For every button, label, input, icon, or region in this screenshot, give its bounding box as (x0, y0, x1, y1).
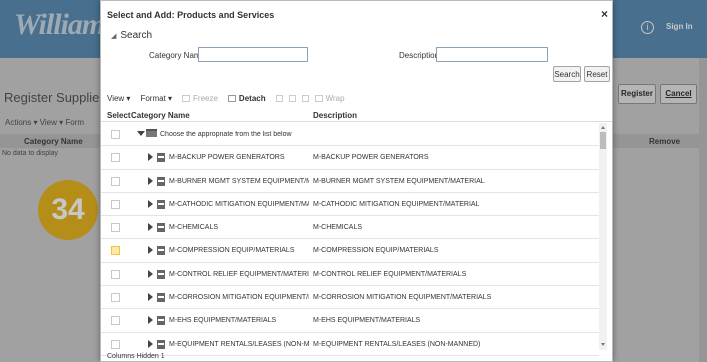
table-row[interactable]: M-CATHODIC MITIGATION EQUIPMENT/MATERIA … (101, 193, 599, 217)
row-checkbox-highlighted[interactable] (111, 246, 120, 256)
detach-button[interactable]: Detach (227, 93, 266, 103)
table-row[interactable]: M-BACKUP POWER GENERATORS M-BACKUP POWER… (101, 146, 599, 170)
root-row-label: Choose the appropriate from the list bel… (160, 131, 292, 138)
description-cell: M-COMPRESSION EQUIP/MATERIALS (313, 247, 439, 255)
expand-triangle-icon[interactable] (148, 199, 153, 208)
row-checkbox[interactable] (111, 223, 120, 233)
scroll-down-icon[interactable] (601, 343, 605, 346)
freeze-button[interactable]: Freeze (182, 94, 218, 103)
description-cell: M-CONTROL RELIEF EQUIPMENT/MATERIALS (313, 270, 467, 278)
category-tree-table: Choose the appropriate from the list bel… (101, 123, 599, 356)
category-node-icon (157, 269, 165, 279)
select-column-header: Select (107, 111, 131, 120)
description-cell: M-CATHODIC MITIGATION EQUIPMENT/MATERIAL (313, 200, 480, 208)
collapse-triangle-icon[interactable] (137, 131, 145, 136)
description-label: Description (399, 51, 440, 60)
wrap-button[interactable]: Wrap (314, 93, 345, 103)
table-row[interactable]: M-EQUIPMENT RENTALS/LEASES (NON-MANNEI M… (101, 333, 599, 356)
category-name-cell: M-BACKUP POWER GENERATORS (169, 154, 285, 162)
reset-button[interactable]: Reset (584, 66, 610, 82)
description-cell: M-BURNER MGMT SYSTEM EQUIPMENT/MATERIAL (313, 177, 485, 185)
expand-triangle-icon[interactable] (148, 176, 153, 185)
scroll-up-icon[interactable] (601, 126, 605, 129)
row-checkbox[interactable] (111, 339, 120, 349)
category-name-cell: M-BURNER MGMT SYSTEM EQUIPMENT/MATER (169, 177, 309, 185)
category-node-icon (157, 199, 165, 209)
description-cell: M-EQUIPMENT RENTALS/LEASES (NON-MANNED) (313, 340, 481, 348)
table-row[interactable]: M-EHS EQUIPMENT/MATERIALS M-EHS EQUIPMEN… (101, 309, 599, 333)
folder-icon (146, 129, 157, 137)
category-name-cell: M-EQUIPMENT RENTALS/LEASES (NON-MANNEI (169, 340, 309, 348)
category-name-cell: M-CHEMICALS (169, 224, 219, 232)
expand-triangle-icon[interactable] (148, 269, 153, 278)
freeze-icon (182, 94, 191, 102)
wrap-left-icon[interactable] (275, 94, 283, 102)
category-name-label: Category Name (149, 51, 206, 60)
description-column-header[interactable]: Description (313, 111, 357, 120)
wrap-icon (314, 94, 323, 102)
select-products-dialog: Select and Add: Products and Services × … (100, 0, 613, 362)
category-node-icon (157, 153, 165, 163)
expand-triangle-icon[interactable] (148, 316, 153, 325)
category-node-icon (157, 316, 165, 326)
dialog-title: Select and Add: Products and Services (107, 10, 275, 20)
category-name-cell: M-CATHODIC MITIGATION EQUIPMENT/MATERIA (169, 200, 309, 208)
search-button[interactable]: Search (553, 66, 581, 82)
description-cell: M-EHS EQUIPMENT/MATERIALS (313, 317, 421, 325)
category-name-input[interactable] (198, 47, 308, 62)
category-node-icon (157, 339, 165, 349)
detach-icon (227, 94, 236, 102)
row-checkbox[interactable] (111, 293, 120, 303)
category-column-header[interactable]: Category Name (131, 111, 190, 120)
format-menu[interactable]: Format ▾ (140, 94, 172, 103)
row-checkbox[interactable] (111, 199, 120, 209)
table-row[interactable]: M-COMPRESSION EQUIP/MATERIALS M-COMPRESS… (101, 239, 599, 263)
category-name-cell: M-CONTROL RELIEF EQUIPMENT/MATERIALS (169, 270, 309, 278)
category-name-cell: M-COMPRESSION EQUIP/MATERIALS (169, 247, 295, 255)
wrap-label: Wrap (325, 93, 345, 103)
row-checkbox[interactable] (111, 316, 120, 326)
scroll-thumb[interactable] (600, 132, 606, 149)
table-row[interactable]: M-CONTROL RELIEF EQUIPMENT/MATERIALS M-C… (101, 263, 599, 287)
category-node-icon (157, 246, 165, 256)
view-menu[interactable]: View ▾ (107, 94, 130, 103)
expand-triangle-icon[interactable] (148, 153, 153, 162)
row-checkbox[interactable] (111, 153, 120, 163)
expand-triangle-icon[interactable] (148, 339, 153, 348)
detach-label: Detach (238, 93, 266, 103)
expand-triangle-icon[interactable] (148, 293, 153, 302)
search-header-label: Search (120, 30, 153, 41)
description-input[interactable] (436, 47, 548, 62)
description-cell: M-CHEMICALS (313, 224, 363, 232)
table-header-row: Select Category Name Description (101, 108, 612, 122)
category-name-cell: M-EHS EQUIPMENT/MATERIALS (169, 317, 277, 325)
collapse-triangle-icon: ◢ (111, 33, 117, 40)
wrap-center-icon[interactable] (288, 94, 296, 102)
table-scrollbar[interactable] (599, 123, 607, 350)
wrap-right-icon[interactable] (301, 94, 309, 102)
category-name-cell: M-CORROSION MITIGATION EQUIPMENT/MATEF (169, 294, 309, 302)
search-section-header[interactable]: ◢ Search (111, 30, 152, 41)
freeze-label: Freeze (193, 93, 218, 103)
description-cell: M-BACKUP POWER GENERATORS (313, 154, 429, 162)
table-row[interactable]: M-CORROSION MITIGATION EQUIPMENT/MATEF M… (101, 286, 599, 310)
table-row[interactable]: M-CHEMICALS M-CHEMICALS (101, 216, 599, 240)
expand-triangle-icon[interactable] (148, 223, 153, 232)
expand-triangle-icon[interactable] (148, 246, 153, 255)
row-checkbox[interactable] (111, 130, 120, 139)
root-row[interactable]: Choose the appropriate from the list bel… (101, 123, 599, 147)
close-icon[interactable]: × (601, 7, 608, 21)
category-node-icon (157, 293, 165, 303)
row-checkbox[interactable] (111, 269, 120, 279)
columns-hidden-status: Columns Hidden 1 (107, 353, 165, 360)
description-cell: M-CORROSION MITIGATION EQUIPMENT/MATERIA… (313, 294, 492, 302)
row-checkbox[interactable] (111, 176, 120, 186)
table-toolbar: View ▾ Format ▾ Freeze Detach Wrap (107, 91, 355, 105)
category-node-icon (157, 176, 165, 186)
table-row[interactable]: M-BURNER MGMT SYSTEM EQUIPMENT/MATER M-B… (101, 170, 599, 193)
category-node-icon (157, 223, 165, 233)
